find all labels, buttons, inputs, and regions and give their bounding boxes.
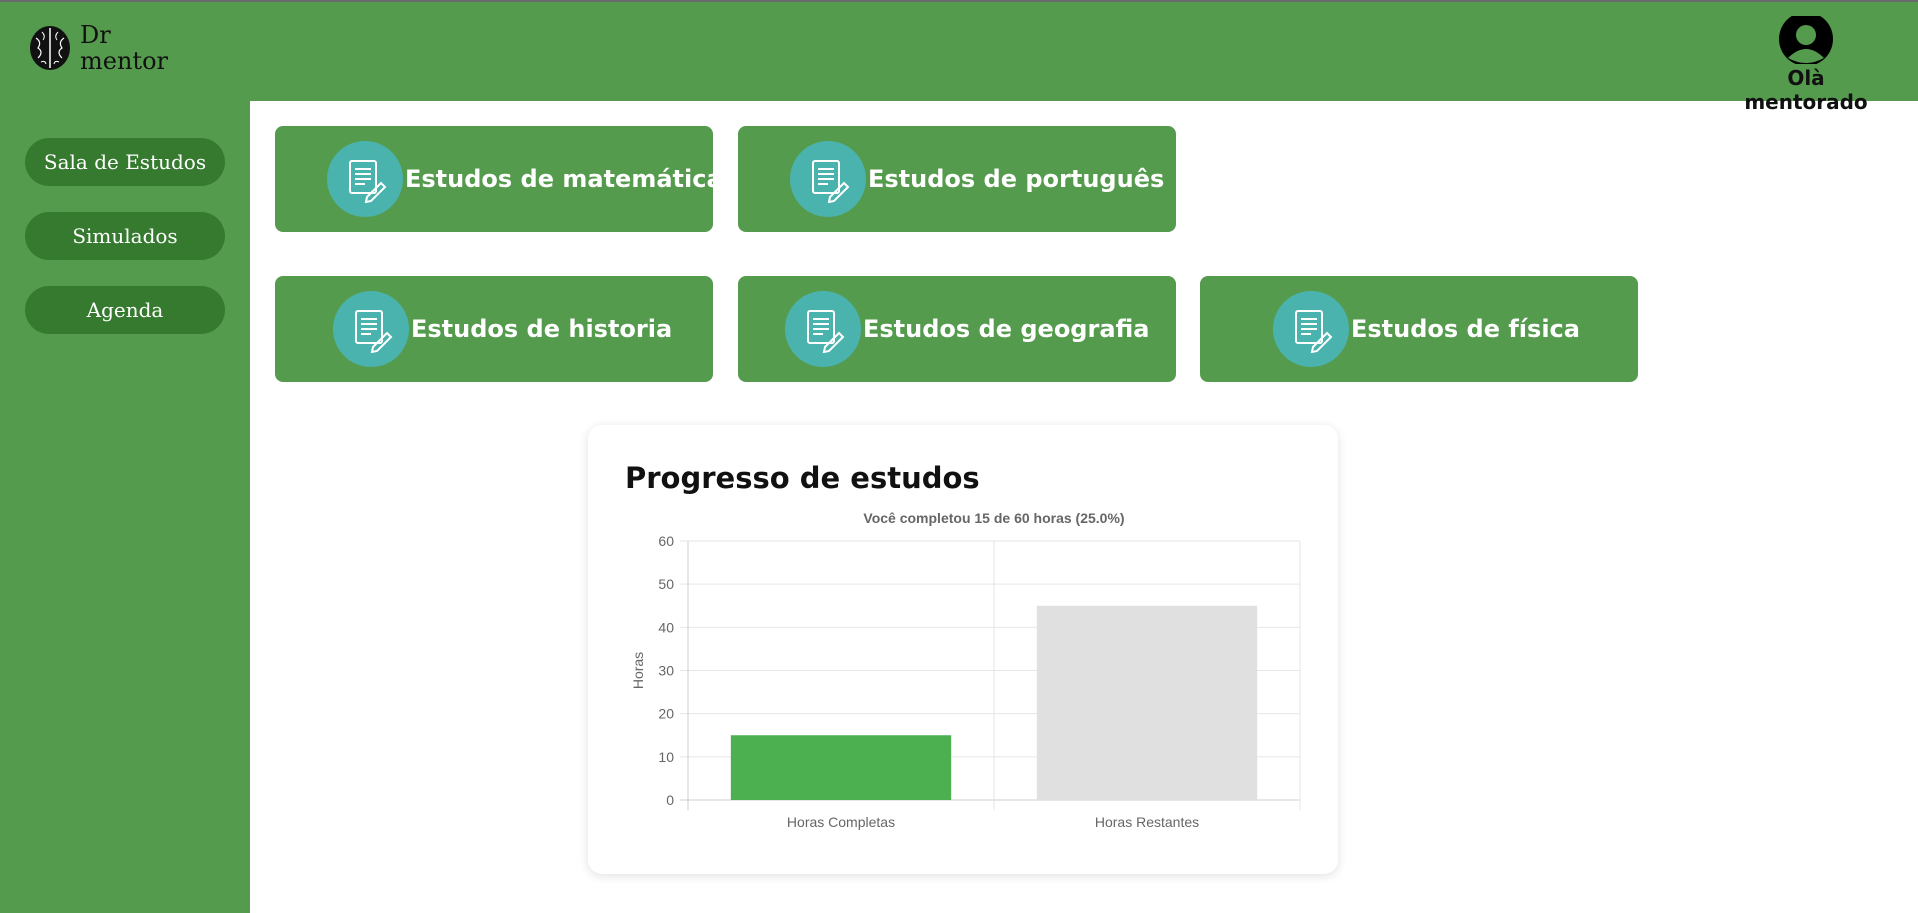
card-estudos-portugues[interactable]: Estudos de português	[738, 126, 1176, 232]
y-tick-label: 30	[658, 663, 674, 679]
y-tick-label: 40	[658, 619, 674, 635]
document-edit-icon	[785, 291, 861, 367]
y-tick-label: 50	[658, 576, 674, 592]
brand-logo[interactable]: Dr mentor	[28, 22, 168, 74]
card-title: Estudos de geografia	[863, 315, 1150, 343]
progress-bar-chart: Você completou 15 de 60 horas (25.0%) 0 10…	[630, 510, 1301, 830]
document-edit-icon	[327, 141, 403, 217]
bar-horas-completas	[730, 735, 952, 800]
x-tick-label: Horas Restantes	[1095, 814, 1199, 830]
brand-name-line2: mentor	[80, 47, 168, 75]
sidebar: Sala de Estudos Simulados Agenda	[0, 101, 250, 913]
top-header: Dr mentor Olà mentorado	[0, 2, 1918, 114]
document-edit-icon	[333, 291, 409, 367]
sidebar-item-sala-de-estudos[interactable]: Sala de Estudos	[25, 138, 225, 186]
document-edit-icon	[1273, 291, 1349, 367]
document-edit-icon	[790, 141, 866, 217]
y-tick-label: 20	[658, 706, 674, 722]
y-tick-label: 0	[666, 792, 674, 808]
y-tick-label: 10	[658, 749, 674, 765]
user-greeting: Olà mentorado	[1744, 66, 1868, 114]
sidebar-item-agenda[interactable]: Agenda	[25, 286, 225, 334]
card-title: Estudos de matemática	[405, 165, 723, 193]
card-title: Estudos de português	[868, 165, 1165, 193]
card-title: Estudos de física	[1351, 315, 1580, 343]
x-tick-label: Horas Completas	[787, 814, 895, 830]
user-profile[interactable]: Olà mentorado	[1726, 16, 1886, 114]
sidebar-item-simulados[interactable]: Simulados	[25, 212, 225, 260]
user-avatar-icon	[1779, 16, 1833, 64]
chart-subtitle: Você completou 15 de 60 horas (25.0%)	[863, 510, 1124, 526]
card-estudos-fisica[interactable]: Estudos de física	[1200, 276, 1638, 382]
brand-name-line1: Dr	[80, 21, 111, 49]
card-title: Estudos de historia	[411, 315, 673, 343]
bar-horas-restantes	[1036, 605, 1258, 800]
card-estudos-matematica[interactable]: Estudos de matemática	[275, 126, 723, 232]
card-estudos-geografia[interactable]: Estudos de geografia	[738, 276, 1176, 382]
y-tick-label: 60	[658, 533, 674, 549]
y-axis-label: Horas	[630, 652, 646, 689]
card-estudos-historia[interactable]: Estudos de historia	[275, 276, 713, 382]
progress-chart-card: Progresso de estudos Você completou 15 d…	[588, 425, 1338, 874]
brain-icon	[30, 26, 70, 70]
brand-name: Dr mentor	[80, 22, 168, 74]
